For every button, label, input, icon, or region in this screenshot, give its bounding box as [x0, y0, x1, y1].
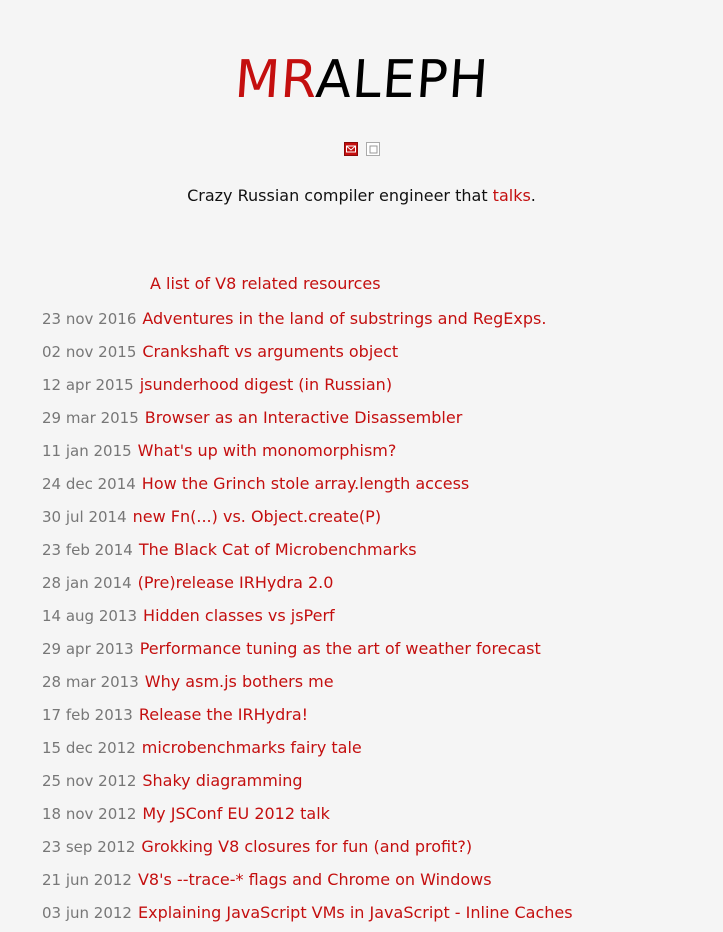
site-header: MRALEPH: [0, 50, 723, 110]
post-item: 03 jun 2012 Explaining JavaScript VMs in …: [42, 899, 573, 932]
post-date: 23 sep 2012: [42, 838, 136, 856]
post-title-link[interactable]: How the Grinch stole array.length access: [142, 474, 469, 493]
post-title-link[interactable]: Release the IRHydra!: [139, 705, 308, 724]
post-title-link[interactable]: new Fn(...) vs. Object.create(P): [133, 507, 381, 526]
post-date: 02 nov 2015: [42, 343, 137, 361]
post-item: 23 feb 2014 The Black Cat of Microbenchma…: [42, 536, 573, 569]
post-title-link[interactable]: Browser as an Interactive Disassembler: [145, 408, 462, 427]
feed-icon[interactable]: [365, 142, 380, 156]
post-title-link[interactable]: Adventures in the land of substrings and…: [142, 309, 546, 328]
post-item: 18 nov 2012 My JSConf EU 2012 talk: [42, 800, 573, 833]
post-item: 28 mar 2013 Why asm.js bothers me: [42, 668, 573, 701]
post-title-link[interactable]: (Pre)release IRHydra 2.0: [138, 573, 334, 592]
post-title-link[interactable]: jsunderhood digest (in Russian): [140, 375, 392, 394]
post-date: 15 dec 2012: [42, 739, 136, 757]
post-date: 28 mar 2013: [42, 673, 139, 691]
post-item: 29 mar 2015 Browser as an Interactive Dis…: [42, 404, 573, 437]
post-item: 15 dec 2012 microbenchmarks fairy tale: [42, 734, 573, 767]
post-item: 17 feb 2013 Release the IRHydra!: [42, 701, 573, 734]
talks-link[interactable]: talks: [493, 186, 531, 205]
post-date: 25 nov 2012: [42, 772, 137, 790]
post-date: 30 jul 2014: [42, 508, 127, 526]
post-item: 25 nov 2012 Shaky diagramming: [42, 767, 573, 800]
post-date: 23 feb 2014: [42, 541, 133, 559]
post-date: 14 aug 2013: [42, 607, 138, 625]
post-title-link[interactable]: My JSConf EU 2012 talk: [142, 804, 330, 823]
post-title-link[interactable]: What's up with monomorphism?: [138, 441, 397, 460]
tagline-text: Crazy Russian compiler engineer that: [187, 186, 493, 205]
post-item: 11 jan 2015 What's up with monomorphism?: [42, 437, 573, 470]
post-item: 02 nov 2015 Crankshaft vs arguments objec…: [42, 338, 573, 371]
post-title-link[interactable]: V8's --trace-* flags and Chrome on Windo…: [138, 870, 492, 889]
post-item: 30 jul 2014 new Fn(...) vs. Object.create…: [42, 503, 573, 536]
site-title-black: ALEPH: [313, 50, 491, 110]
post-title-link[interactable]: Hidden classes vs jsPerf: [143, 606, 335, 625]
site-title-red: MR: [232, 50, 318, 110]
post-item: 21 jun 2012 V8's --trace-* flags and Chro…: [42, 866, 573, 899]
post-date: 12 apr 2015: [42, 376, 134, 394]
mail-icon[interactable]: [343, 142, 358, 156]
post-title-link[interactable]: Grokking V8 closures for fun (and profit…: [141, 837, 472, 856]
post-title-link[interactable]: Explaining JavaScript VMs in JavaScript …: [138, 903, 573, 922]
post-date: 18 nov 2012: [42, 805, 137, 823]
post-date: 23 nov 2016: [42, 310, 137, 328]
post-title-link[interactable]: Why asm.js bothers me: [145, 672, 334, 691]
v8-resources-link[interactable]: A list of V8 related resources: [150, 274, 381, 293]
post-date: 03 jun 2012: [42, 904, 132, 922]
post-item: 28 jan 2014 (Pre)release IRHydra 2.0: [42, 569, 573, 602]
post-title-link[interactable]: Shaky diagramming: [142, 771, 302, 790]
post-item: 23 nov 2016 Adventures in the land of sub…: [42, 305, 573, 338]
social-icons: [0, 142, 723, 156]
post-item: 24 dec 2014 How the Grinch stole array.le…: [42, 470, 573, 503]
post-item: 29 apr 2013 Performance tuning as the art…: [42, 635, 573, 668]
site-title[interactable]: MRALEPH: [233, 50, 491, 110]
post-item: 12 apr 2015 jsunderhood digest (in Russia…: [42, 371, 573, 404]
tagline-suffix: .: [530, 186, 536, 205]
post-title-link[interactable]: The Black Cat of Microbenchmarks: [139, 540, 417, 559]
post-date: 17 feb 2013: [42, 706, 133, 724]
post-date: 29 apr 2013: [42, 640, 134, 658]
tagline: Crazy Russian compiler engineer that tal…: [0, 186, 723, 205]
post-item: 23 sep 2012 Grokking V8 closures for fun …: [42, 833, 573, 866]
post-date: 24 dec 2014: [42, 475, 136, 493]
post-title-link[interactable]: Crankshaft vs arguments object: [142, 342, 398, 361]
post-title-link[interactable]: Performance tuning as the art of weather…: [140, 639, 541, 658]
post-item: 14 aug 2013 Hidden classes vs jsPerf: [42, 602, 573, 635]
post-date: 21 jun 2012: [42, 871, 132, 889]
post-list: 23 nov 2016 Adventures in the land of sub…: [42, 305, 573, 932]
post-date: 11 jan 2015: [42, 442, 132, 460]
post-title-link[interactable]: microbenchmarks fairy tale: [142, 738, 362, 757]
post-date: 28 jan 2014: [42, 574, 132, 592]
post-date: 29 mar 2015: [42, 409, 139, 427]
